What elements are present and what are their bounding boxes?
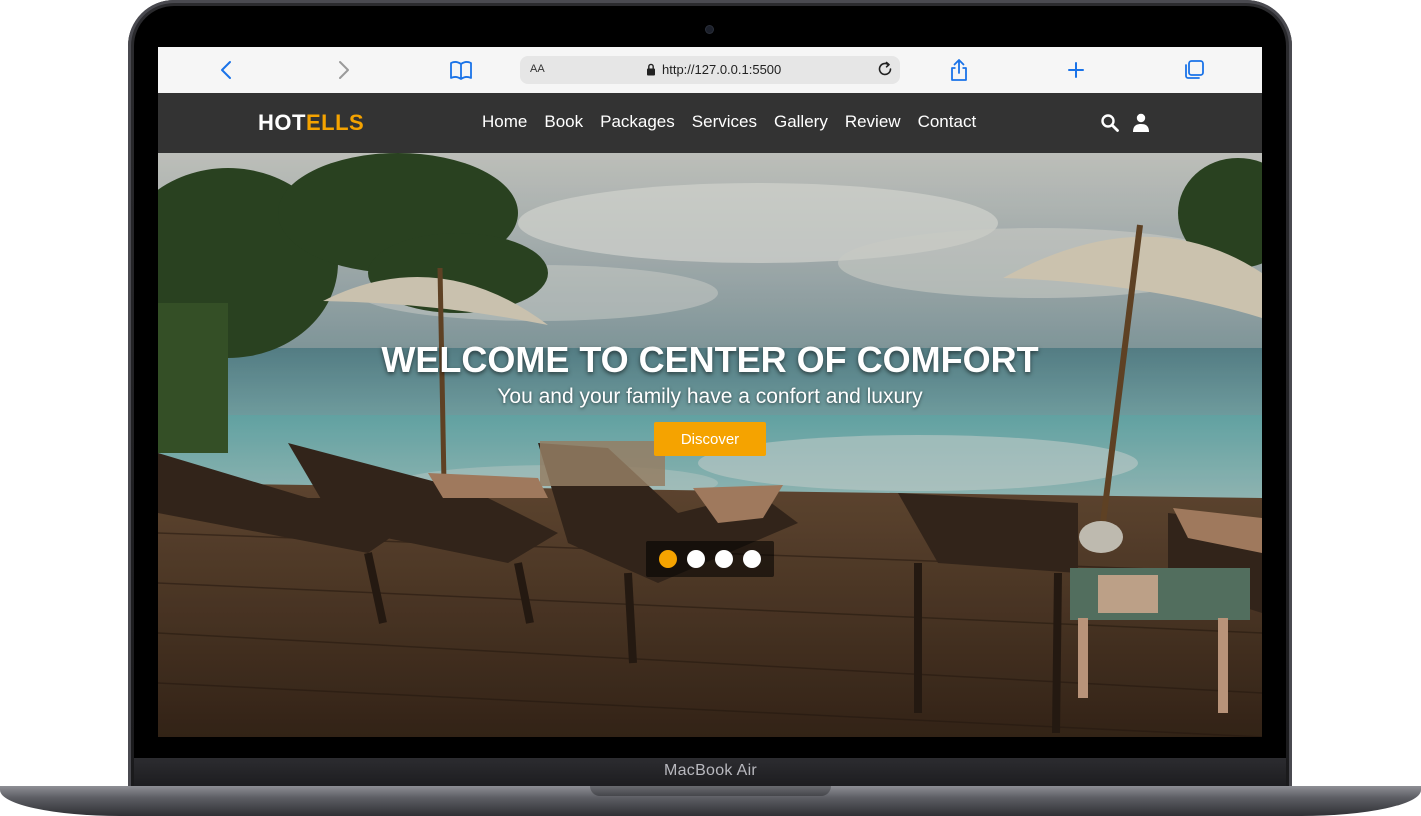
site-navbar: HOTELLS Home Book Packages Services Gall… bbox=[158, 93, 1262, 153]
nav-link-contact[interactable]: Contact bbox=[918, 112, 977, 132]
discover-button[interactable]: Discover bbox=[654, 422, 766, 456]
back-icon[interactable] bbox=[216, 57, 236, 83]
lock-icon bbox=[646, 63, 656, 81]
nav-link-home[interactable]: Home bbox=[482, 112, 527, 132]
browser-toolbar: AA http://127.0.0.1:5500 bbox=[158, 47, 1262, 94]
slider-dots bbox=[646, 541, 774, 577]
text-size-button[interactable]: AA bbox=[530, 63, 545, 75]
nav-link-gallery[interactable]: Gallery bbox=[774, 112, 828, 132]
search-icon[interactable] bbox=[1100, 113, 1120, 138]
nav-link-services[interactable]: Services bbox=[692, 112, 757, 132]
camera-icon bbox=[706, 26, 713, 33]
tabs-icon[interactable] bbox=[1183, 57, 1205, 83]
share-icon[interactable] bbox=[948, 57, 970, 83]
user-icon[interactable] bbox=[1132, 113, 1150, 138]
bookmarks-icon[interactable] bbox=[449, 57, 473, 83]
logo-part-hot: HOT bbox=[258, 110, 306, 135]
laptop-screen: AA http://127.0.0.1:5500 HOTELLS Home Bo… bbox=[158, 47, 1262, 737]
slider-dot-2[interactable] bbox=[687, 550, 705, 568]
site-logo[interactable]: HOTELLS bbox=[258, 110, 364, 136]
nav-icons bbox=[1100, 113, 1150, 138]
reload-icon[interactable] bbox=[876, 60, 894, 83]
hero-title: WELCOME TO CENTER OF COMFORT bbox=[381, 339, 1039, 380]
nav-link-book[interactable]: Book bbox=[544, 112, 583, 132]
new-tab-icon[interactable] bbox=[1065, 57, 1087, 83]
macbook-frame: AA http://127.0.0.1:5500 HOTELLS Home Bo… bbox=[0, 0, 1421, 816]
laptop-hinge-notch bbox=[590, 786, 831, 796]
logo-part-ells: ELLS bbox=[305, 110, 365, 135]
address-bar[interactable]: AA http://127.0.0.1:5500 bbox=[520, 56, 900, 84]
hero-section: WELCOME TO CENTER OF COMFORT You and you… bbox=[158, 153, 1262, 737]
model-label: MacBook Air bbox=[663, 762, 758, 779]
hero-subtitle: You and your family have a confort and l… bbox=[497, 385, 923, 408]
nav-link-packages[interactable]: Packages bbox=[600, 112, 675, 132]
slider-dot-4[interactable] bbox=[743, 550, 761, 568]
slider-dot-1[interactable] bbox=[659, 550, 677, 568]
url-text: http://127.0.0.1:5500 bbox=[662, 62, 782, 77]
slider-dot-3[interactable] bbox=[715, 550, 733, 568]
nav-link-review[interactable]: Review bbox=[845, 112, 901, 132]
forward-icon[interactable] bbox=[334, 57, 354, 83]
nav-links: Home Book Packages Services Gallery Revi… bbox=[482, 112, 993, 132]
